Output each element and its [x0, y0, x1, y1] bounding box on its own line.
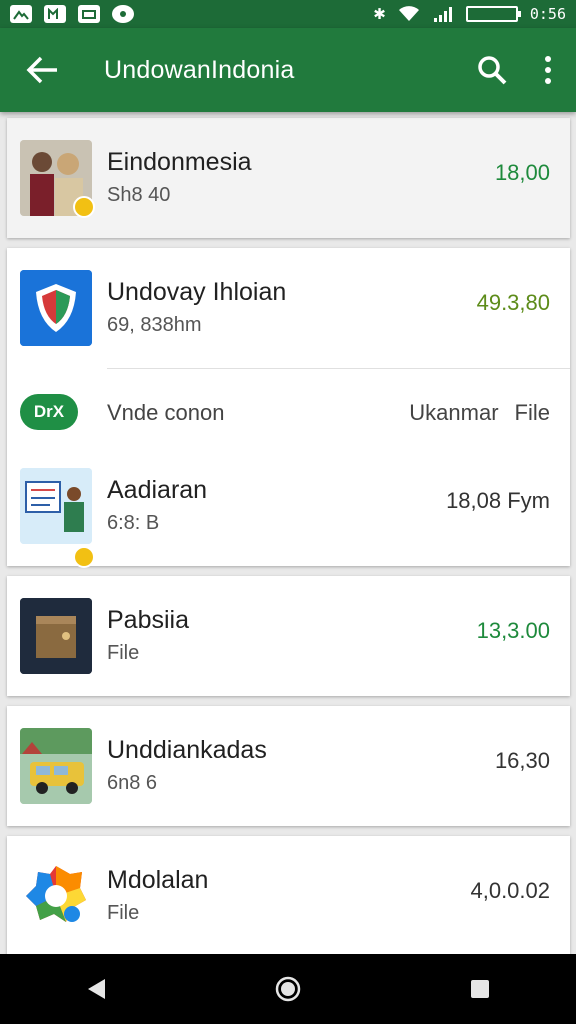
nav-home-button[interactable]	[258, 959, 318, 1019]
item-subtitle: File	[107, 902, 140, 924]
tag-right: Ukanmar File	[409, 400, 550, 426]
status-left-icons	[10, 5, 134, 23]
car-photo-thumbnail	[20, 728, 92, 804]
list-card: Pabsiia File 13,3.00	[7, 576, 570, 696]
tag-right-file: File	[514, 400, 550, 425]
item-name: Mdolalan	[107, 866, 209, 894]
nav-recents-button[interactable]	[450, 959, 510, 1019]
item-amount: 18,08 Fym	[446, 488, 550, 513]
list-card: Eindonmesia Sh8 40 18,00	[7, 118, 570, 238]
item-subtitle: 6:8: B	[107, 512, 160, 534]
item-name: Undovay Ihloian	[107, 278, 287, 306]
item-amount: 49.3,80	[476, 290, 550, 315]
item-subtitle: 69, 838hm	[107, 314, 202, 336]
signal-icon	[433, 7, 452, 22]
overflow-menu-button[interactable]	[520, 28, 576, 112]
verified-badge-icon	[73, 196, 95, 218]
content-list: Eindonmesia Sh8 40 18,00 Undovay Ihloian…	[0, 112, 576, 954]
back-button[interactable]	[0, 28, 86, 112]
list-card: Mdolalan File 4,0.0.02	[7, 836, 570, 954]
item-subtitle: Sh8 40	[107, 184, 171, 206]
list-item[interactable]: Mdolalan File 4,0.0.02	[7, 836, 570, 954]
list-item[interactable]: Undovay Ihloian 69, 838hm 49.3,80	[7, 248, 570, 368]
recents-square-icon	[471, 980, 489, 998]
back-triangle-icon	[88, 979, 105, 999]
nav-back-button[interactable]	[66, 959, 126, 1019]
list-item[interactable]: Eindonmesia Sh8 40 18,00	[7, 118, 570, 238]
camera-icon	[112, 5, 134, 23]
more-vert-icon	[545, 56, 551, 84]
app-bar: UndowanIndonia	[0, 28, 576, 112]
image-icon	[10, 5, 32, 23]
item-amount: 16,30	[494, 748, 550, 773]
shield-app-thumbnail	[20, 270, 92, 346]
battery-icon	[465, 6, 521, 22]
item-name: Unddiankadas	[107, 736, 267, 764]
tag-right-label: Ukanmar	[409, 400, 499, 425]
item-amount: 13,3.00	[476, 618, 550, 643]
status-time: 0:56	[529, 5, 566, 23]
search-icon	[478, 56, 507, 85]
list-card: Unddiankadas 6n8 6 16,30	[7, 706, 570, 826]
item-name: Aadiaran	[107, 476, 208, 504]
search-button[interactable]	[464, 28, 520, 112]
message-icon	[78, 5, 100, 23]
system-nav-bar	[0, 954, 576, 1024]
tag-badge: DrX	[20, 394, 78, 430]
list-item[interactable]: Pabsiia File 13,3.00	[7, 576, 570, 696]
tag-label: Vnde conon	[107, 400, 225, 425]
item-subtitle: 6n8 6	[107, 772, 158, 794]
arrow-left-icon	[26, 56, 57, 84]
list-card: Undovay Ihloian 69, 838hm 49.3,80 DrX Vn…	[7, 248, 570, 568]
item-amount: 18,00	[494, 160, 550, 185]
colorful-logo-thumbnail	[20, 858, 92, 934]
item-name: Eindonmesia	[107, 148, 252, 176]
item-amount: 4,0.0.02	[470, 878, 550, 903]
list-item[interactable]: Unddiankadas 6n8 6 16,30	[7, 706, 570, 826]
page-title: UndowanIndonia	[104, 55, 295, 84]
presentation-thumbnail	[20, 468, 92, 544]
status-right-icons: ✱ 0:56	[373, 5, 566, 23]
list-item[interactable]: Aadiaran 6:8: B 18,08 Fym	[7, 446, 570, 568]
item-name: Pabsiia	[107, 606, 189, 634]
map-icon	[44, 5, 66, 23]
list-item[interactable]: DrX Vnde conon Ukanmar File	[7, 378, 570, 448]
home-circle-icon	[275, 976, 301, 1002]
wifi-icon	[398, 6, 419, 21]
box-thumbnail	[20, 598, 92, 674]
item-subtitle: File	[107, 642, 140, 664]
verified-badge-icon	[73, 546, 95, 568]
bluetooth-icon: ✱	[373, 5, 386, 23]
divider	[107, 368, 570, 369]
status-bar: ✱ 0:56	[0, 0, 576, 28]
